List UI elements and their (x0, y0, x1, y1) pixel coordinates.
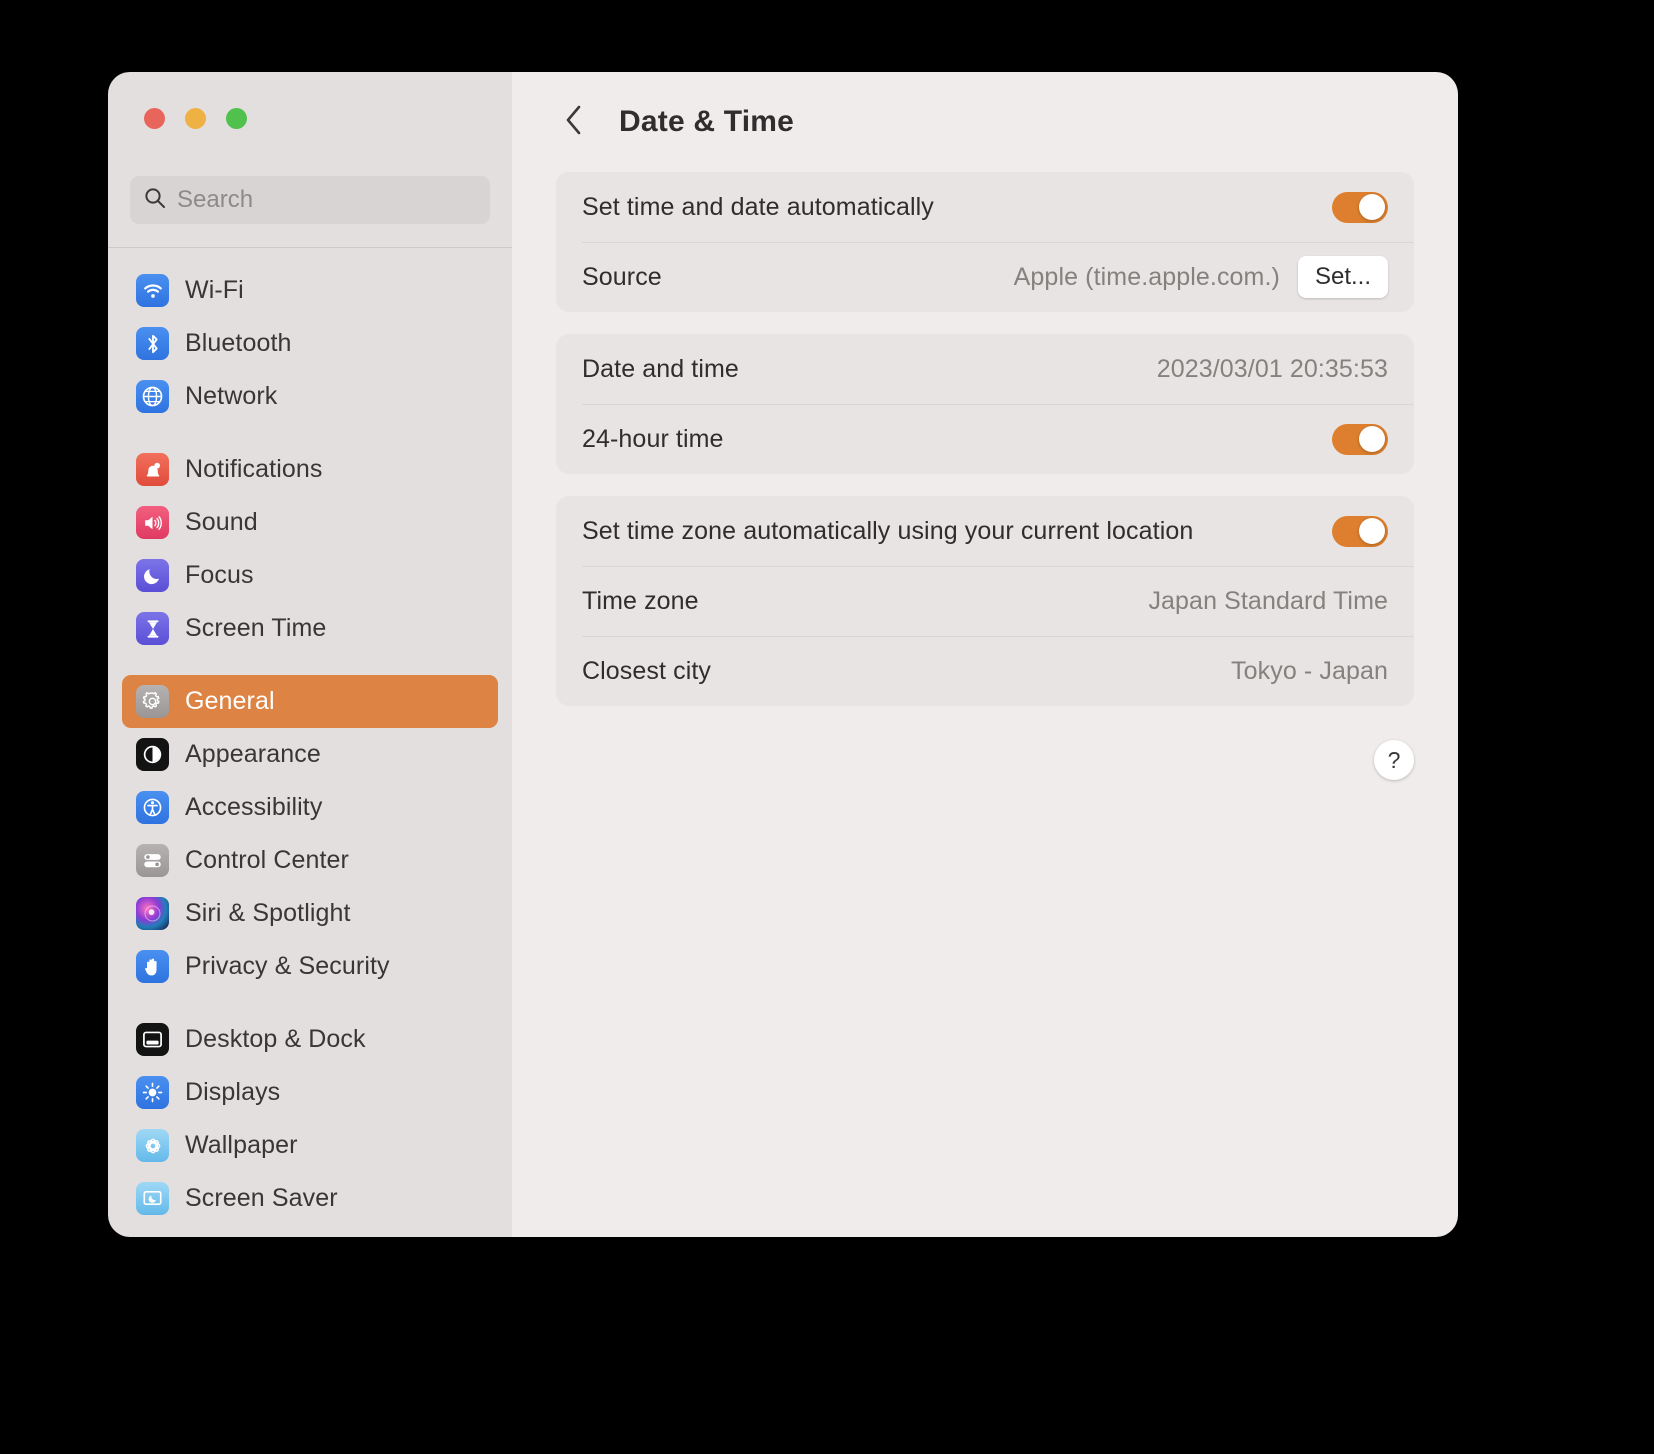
row-date-and-time[interactable]: Date and time 2023/03/01 20:35:53 (556, 334, 1414, 404)
sidebar: Wi-Fi Bluetooth (108, 72, 512, 1237)
row-24-hour-time[interactable]: 24-hour time (556, 404, 1414, 474)
speaker-icon (136, 506, 169, 539)
closest-city-value: Tokyo - Japan (1231, 656, 1388, 685)
source-value: Apple (time.apple.com.) (1013, 262, 1280, 291)
desktop-dock-icon (136, 1023, 169, 1056)
system-settings-window: Wi-Fi Bluetooth (108, 72, 1458, 1237)
sidebar-group-personal: General Appearance Accessibility Control… (122, 665, 498, 1003)
sidebar-item-wi-fi[interactable]: Wi-Fi (122, 264, 498, 317)
sidebar-item-sound[interactable]: Sound (122, 496, 498, 549)
sidebar-item-wallpaper[interactable]: Wallpaper (122, 1119, 498, 1172)
row-label: Closest city (582, 656, 712, 685)
sidebar-item-label: Wallpaper (185, 1131, 298, 1159)
screen-saver-icon (136, 1182, 169, 1215)
date-time-value: 2023/03/01 20:35:53 (1156, 354, 1388, 383)
hourglass-icon (136, 612, 169, 645)
sidebar-item-displays[interactable]: Displays (122, 1066, 498, 1119)
appearance-icon (136, 738, 169, 771)
row-closest-city[interactable]: Closest city Tokyo - Japan (556, 636, 1414, 706)
gear-icon (136, 685, 169, 718)
sidebar-item-label: Displays (185, 1078, 281, 1106)
sidebar-item-general[interactable]: General (122, 675, 498, 728)
row-label: Set time zone automatically using your c… (582, 516, 1194, 545)
sidebar-item-appearance[interactable]: Appearance (122, 728, 498, 781)
search-input[interactable] (177, 186, 467, 214)
row-time-zone[interactable]: Time zone Japan Standard Time (556, 566, 1414, 636)
page-title: Date & Time (619, 105, 795, 138)
sidebar-item-label: Bluetooth (185, 329, 292, 357)
sidebar-item-focus[interactable]: Focus (122, 549, 498, 602)
section-date-time: Date and time 2023/03/01 20:35:53 24-hou… (556, 334, 1414, 474)
chevron-left-icon (565, 105, 583, 140)
sidebar-item-label: Accessibility (185, 793, 323, 821)
sidebar-item-label: Desktop & Dock (185, 1025, 366, 1053)
detail-header: Date & Time (512, 72, 1458, 172)
set-time-automatically-toggle[interactable] (1332, 191, 1388, 223)
set-time-zone-automatically-toggle[interactable] (1332, 515, 1388, 547)
wallpaper-icon (136, 1129, 169, 1162)
detail-pane: Date & Time Set time and date automatica… (512, 72, 1458, 1237)
search-field[interactable] (130, 176, 490, 224)
bluetooth-icon (136, 327, 169, 360)
sidebar-item-label: Sound (185, 508, 258, 536)
siri-icon (136, 897, 169, 930)
sidebar-item-label: Notifications (185, 455, 323, 483)
sidebar-group-system: Notifications Sound Focus Screen Time (122, 433, 498, 665)
sidebar-item-privacy-security[interactable]: Privacy & Security (122, 940, 498, 993)
globe-icon (136, 380, 169, 413)
close-button[interactable] (144, 108, 165, 129)
sidebar-item-screen-time[interactable]: Screen Time (122, 602, 498, 655)
sidebar-item-control-center[interactable]: Control Center (122, 834, 498, 887)
sidebar-item-accessibility[interactable]: Accessibility (122, 781, 498, 834)
sidebar-item-label: Siri & Spotlight (185, 899, 351, 927)
accessibility-icon (136, 791, 169, 824)
help-button[interactable]: ? (1374, 740, 1414, 780)
sidebar-item-network[interactable]: Network (122, 370, 498, 423)
set-source-button[interactable]: Set... (1297, 256, 1388, 298)
brightness-icon (136, 1076, 169, 1109)
sidebar-item-label: Network (185, 382, 278, 410)
sidebar-nav: Wi-Fi Bluetooth Network Notifications So… (108, 254, 512, 1237)
sidebar-item-label: Control Center (185, 846, 349, 874)
sidebar-divider (108, 247, 512, 248)
row-label: 24-hour time (582, 424, 724, 453)
row-label: Date and time (582, 354, 739, 383)
bell-icon (136, 453, 169, 486)
sidebar-item-bluetooth[interactable]: Bluetooth (122, 317, 498, 370)
wifi-icon (136, 274, 169, 307)
control-center-icon (136, 844, 169, 877)
sidebar-group-connectivity: Wi-Fi Bluetooth Network (122, 254, 498, 433)
zoom-button[interactable] (226, 108, 247, 129)
sidebar-item-label: Appearance (185, 740, 321, 768)
sidebar-item-label: Wi-Fi (185, 276, 244, 304)
row-label: Set time and date automatically (582, 192, 934, 221)
hand-icon (136, 950, 169, 983)
section-time-zone: Set time zone automatically using your c… (556, 496, 1414, 706)
sidebar-item-notifications[interactable]: Notifications (122, 443, 498, 496)
sidebar-item-label: Screen Saver (185, 1184, 338, 1212)
sidebar-item-label: Focus (185, 561, 254, 589)
sidebar-item-label: General (185, 687, 275, 715)
sidebar-item-label: Screen Time (185, 614, 327, 642)
row-label: Source (582, 262, 662, 291)
sidebar-item-siri-spotlight[interactable]: Siri & Spotlight (122, 887, 498, 940)
time-zone-value: Japan Standard Time (1148, 586, 1388, 615)
row-set-time-zone-automatically[interactable]: Set time zone automatically using your c… (556, 496, 1414, 566)
sidebar-group-display: Desktop & Dock Displays Wallpaper Screen… (122, 1003, 498, 1235)
row-source[interactable]: Source Apple (time.apple.com.) Set... (556, 242, 1414, 312)
section-auto-time: Set time and date automatically Source A… (556, 172, 1414, 312)
window-controls (144, 108, 247, 129)
search-icon (144, 187, 166, 214)
row-label: Time zone (582, 586, 699, 615)
24-hour-time-toggle[interactable] (1332, 423, 1388, 455)
moon-icon (136, 559, 169, 592)
sidebar-item-screen-saver[interactable]: Screen Saver (122, 1172, 498, 1225)
back-button[interactable] (556, 104, 592, 140)
minimize-button[interactable] (185, 108, 206, 129)
sidebar-item-desktop-dock[interactable]: Desktop & Dock (122, 1013, 498, 1066)
row-set-time-automatically[interactable]: Set time and date automatically (556, 172, 1414, 242)
sidebar-item-label: Privacy & Security (185, 952, 390, 980)
